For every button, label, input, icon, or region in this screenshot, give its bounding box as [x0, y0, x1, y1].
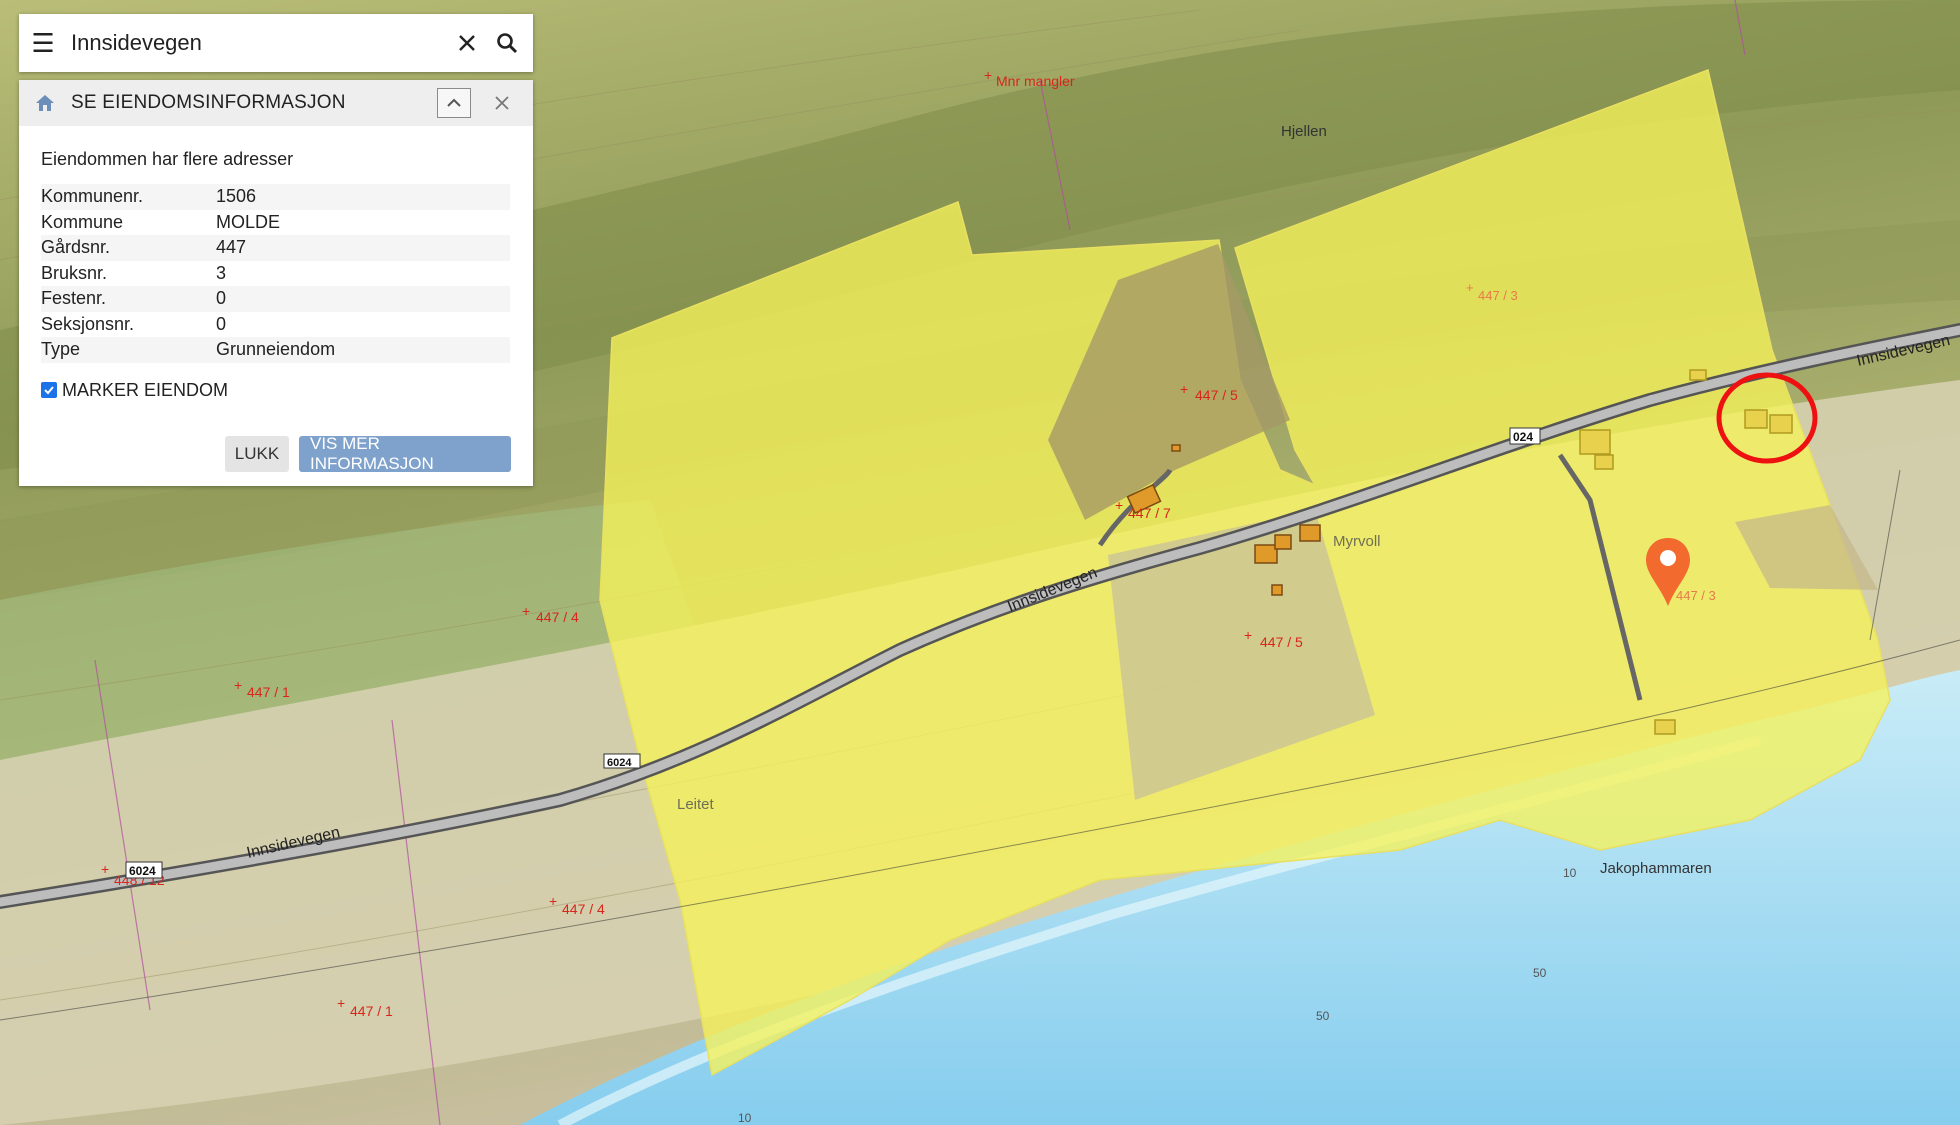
- row-value: MOLDE: [216, 211, 281, 232]
- parcel-cross: +: [984, 67, 992, 83]
- table-row: Festenr. 0: [41, 286, 510, 312]
- table-row: Kommune MOLDE: [41, 210, 510, 236]
- svg-text:6024: 6024: [129, 864, 156, 878]
- row-value: 1506: [216, 184, 510, 210]
- menu-icon[interactable]: ☰: [19, 14, 67, 72]
- parcel-label-447-1: 447 / 1: [247, 684, 290, 700]
- table-row: Type Grunneiendom: [41, 337, 510, 363]
- table-row: Seksjonsnr. 0: [41, 312, 510, 338]
- parcel-cross: +: [337, 995, 345, 1011]
- road-number-sign: 024: [1509, 427, 1541, 445]
- home-icon: [19, 93, 71, 113]
- svg-text:6024: 6024: [607, 757, 632, 769]
- parcel-cross: +: [1115, 497, 1123, 513]
- mnr-mangler-label: Mnr mangler: [996, 73, 1075, 89]
- row-value: 447: [216, 235, 510, 261]
- marker-property-toggle[interactable]: MARKER EIENDOM: [41, 380, 511, 401]
- place-name-jakophammaren: Jakophammaren: [1600, 860, 1712, 877]
- road-number-sign: 6024: [125, 861, 163, 879]
- collapse-button[interactable]: [437, 88, 471, 118]
- road-number-sign: 6024: [603, 753, 641, 769]
- place-name-leitet: Leitet: [677, 796, 715, 813]
- parcel-cross: +: [1180, 381, 1188, 397]
- row-value: 3: [216, 262, 227, 283]
- parcel-label-447-4: 447 / 4: [562, 901, 605, 917]
- depth-label: 10: [1563, 866, 1577, 880]
- parcel-cross: +: [522, 603, 530, 619]
- parcel-label-447-7: 447 / 7: [1128, 505, 1171, 521]
- place-name-hjellen: Hjellen: [1281, 123, 1327, 140]
- svg-text:024: 024: [1513, 430, 1533, 444]
- parcel-cross: +: [549, 893, 557, 909]
- place-name-myrvoll: Myrvoll: [1333, 533, 1381, 550]
- parcel-cross: +: [1466, 280, 1474, 295]
- row-value: Grunneiendom: [216, 337, 510, 363]
- parcel-label-447-3: 447 / 3: [1676, 588, 1716, 603]
- property-info-table: Kommunenr. 1506 Kommune MOLDE Gårdsnr. 447 …: [41, 184, 510, 363]
- row-label: Festenr.: [41, 286, 216, 312]
- panel-header: SE EIENDOMSINFORMASJON: [19, 80, 533, 126]
- panel-title: SE EIENDOMSINFORMASJON: [71, 92, 346, 113]
- chevron-up-icon: [447, 98, 461, 107]
- row-label: Kommune: [41, 211, 124, 232]
- row-value: 0: [216, 286, 510, 312]
- row-value: 0: [216, 313, 227, 334]
- parcel-label-447-4: 447 / 4: [536, 609, 579, 625]
- search-icon[interactable]: [487, 14, 527, 72]
- multiple-addresses-note: Eiendommen har flere adresser: [41, 149, 294, 169]
- show-more-info-button[interactable]: VIS MER INFORMASJON: [299, 434, 511, 473]
- row-label: Kommunenr.: [41, 184, 216, 210]
- search-input[interactable]: [67, 23, 447, 63]
- property-info-panel: SE EIENDOMSINFORMASJON Eiendommen har fl…: [19, 80, 533, 486]
- depth-label: 50: [1316, 1009, 1330, 1023]
- close-button[interactable]: LUKK: [225, 436, 289, 472]
- parcel-cross: +: [234, 677, 242, 693]
- parcel-label-447-1: 447 / 1: [350, 1003, 393, 1019]
- search-box: ☰: [19, 14, 533, 72]
- depth-label: 50: [1533, 966, 1547, 980]
- checkmark-icon: [44, 386, 54, 395]
- row-label: Gårdsnr.: [41, 235, 216, 261]
- table-row: Kommunenr. 1506: [41, 184, 510, 210]
- table-row: Bruksnr. 3: [41, 261, 510, 287]
- depth-label: 10: [738, 1111, 752, 1125]
- marker-checkbox[interactable]: [41, 382, 57, 398]
- close-panel-button[interactable]: [487, 88, 517, 118]
- row-label: Seksjonsnr.: [41, 313, 135, 334]
- parcel-label-447-5: 447 / 5: [1260, 634, 1303, 650]
- parcel-label-447-3: 447 / 3: [1478, 288, 1518, 303]
- row-label: Bruksnr.: [41, 262, 108, 283]
- row-label: Type: [41, 337, 216, 363]
- parcel-cross: +: [1244, 627, 1252, 643]
- parcel-label-447-5: 447 / 5: [1195, 387, 1238, 403]
- table-row: Gårdsnr. 447: [41, 235, 510, 261]
- close-icon: [495, 96, 509, 110]
- parcel-cross: +: [101, 861, 109, 877]
- marker-label: MARKER EIENDOM: [62, 379, 229, 400]
- clear-search-icon[interactable]: [447, 14, 487, 72]
